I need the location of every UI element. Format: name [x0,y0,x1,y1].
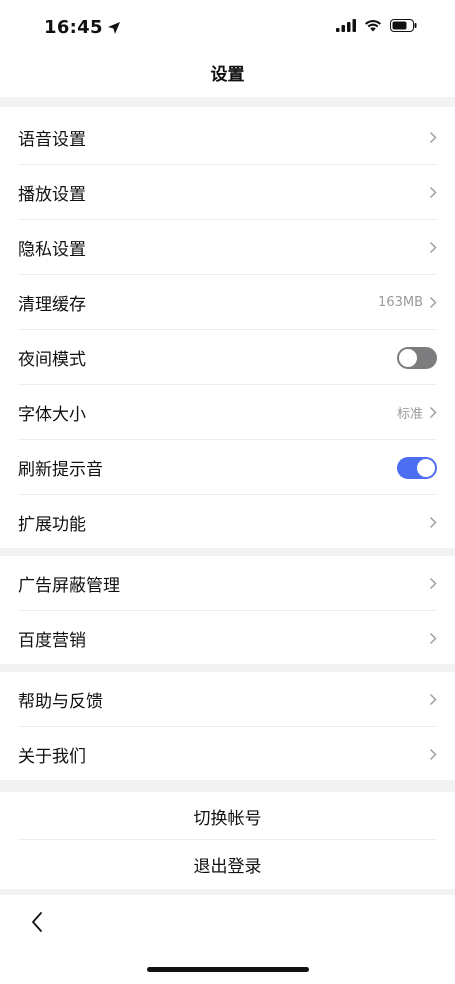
section-divider [0,664,455,672]
settings-row-extensions[interactable]: 扩展功能 [0,495,455,550]
status-time: 16:45 [44,17,103,38]
row-label: 语音设置 [18,130,86,150]
chevron-right-icon [429,693,437,706]
section-divider [0,889,455,895]
settings-row-refresh-sound: 刷新提示音 [0,440,455,495]
location-arrow-icon [107,21,120,34]
settings-row-night-mode: 夜间模式 [0,330,455,385]
settings-row-voice[interactable]: 语音设置 [0,110,455,165]
section-divider [0,548,455,556]
chevron-right-icon [429,632,437,645]
chevron-right-icon [429,296,437,309]
chevron-right-icon [429,186,437,199]
row-label: 夜间模式 [18,350,86,370]
row-label: 清理缓存 [18,295,86,315]
row-label: 扩展功能 [18,515,86,535]
settings-row-about-us[interactable]: 关于我们 [0,727,455,782]
row-label: 字体大小 [18,405,86,425]
switch-account-label: 切换帐号 [193,808,262,829]
section-divider [0,97,455,107]
row-label: 百度营销 [18,631,86,651]
cache-size-value: 163MB [378,295,423,310]
night-mode-toggle[interactable] [397,346,437,369]
wifi-icon [365,19,381,32]
home-indicator [147,967,309,972]
battery-icon [390,19,417,32]
row-label: 帮助与反馈 [18,692,103,712]
chevron-right-icon [429,406,437,419]
settings-row-help-feedback[interactable]: 帮助与反馈 [0,672,455,727]
logout-button[interactable]: 退出登录 [0,840,455,888]
settings-row-playback[interactable]: 播放设置 [0,165,455,220]
settings-row-clear-cache[interactable]: 清理缓存 163MB [0,275,455,330]
chevron-right-icon [429,241,437,254]
chevron-right-icon [429,516,437,529]
settings-row-font-size[interactable]: 字体大小 标准 [0,385,455,440]
toggle-knob [399,348,417,367]
chevron-right-icon [429,748,437,761]
row-label: 隐私设置 [18,240,86,260]
chevron-right-icon [429,131,437,144]
chevron-right-icon [429,577,437,590]
status-bar: 16:45 [0,0,455,50]
row-label: 关于我们 [18,747,86,767]
toggle-knob [417,458,435,477]
logout-label: 退出登录 [193,856,262,877]
page-title: 设置 [210,65,245,85]
back-arrow-icon[interactable] [28,907,48,937]
font-size-value: 标准 [396,407,423,422]
cellular-signal-icon [336,19,356,32]
row-label: 广告屏蔽管理 [18,576,120,596]
section-divider [0,780,455,792]
row-label: 播放设置 [18,185,86,205]
row-label: 刷新提示音 [18,460,103,480]
settings-row-privacy[interactable]: 隐私设置 [0,220,455,275]
refresh-sound-toggle[interactable] [397,456,437,479]
settings-row-ad-blocking[interactable]: 广告屏蔽管理 [0,556,455,611]
settings-row-baidu-marketing[interactable]: 百度营销 [0,611,455,666]
switch-account-button[interactable]: 切换帐号 [0,792,455,840]
